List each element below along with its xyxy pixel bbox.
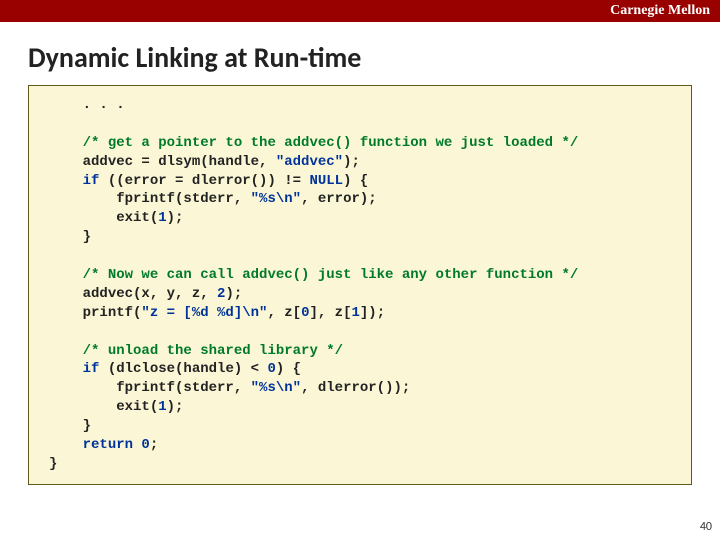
slide-title: Dynamic Linking at Run-time bbox=[28, 40, 720, 75]
org-name: Carnegie Mellon bbox=[610, 3, 710, 19]
code-content: . . . /* get a pointer to the addvec() f… bbox=[49, 96, 671, 474]
banner: Carnegie Mellon bbox=[0, 0, 720, 22]
code-block: . . . /* get a pointer to the addvec() f… bbox=[28, 85, 692, 485]
page-number: 40 bbox=[700, 520, 712, 534]
